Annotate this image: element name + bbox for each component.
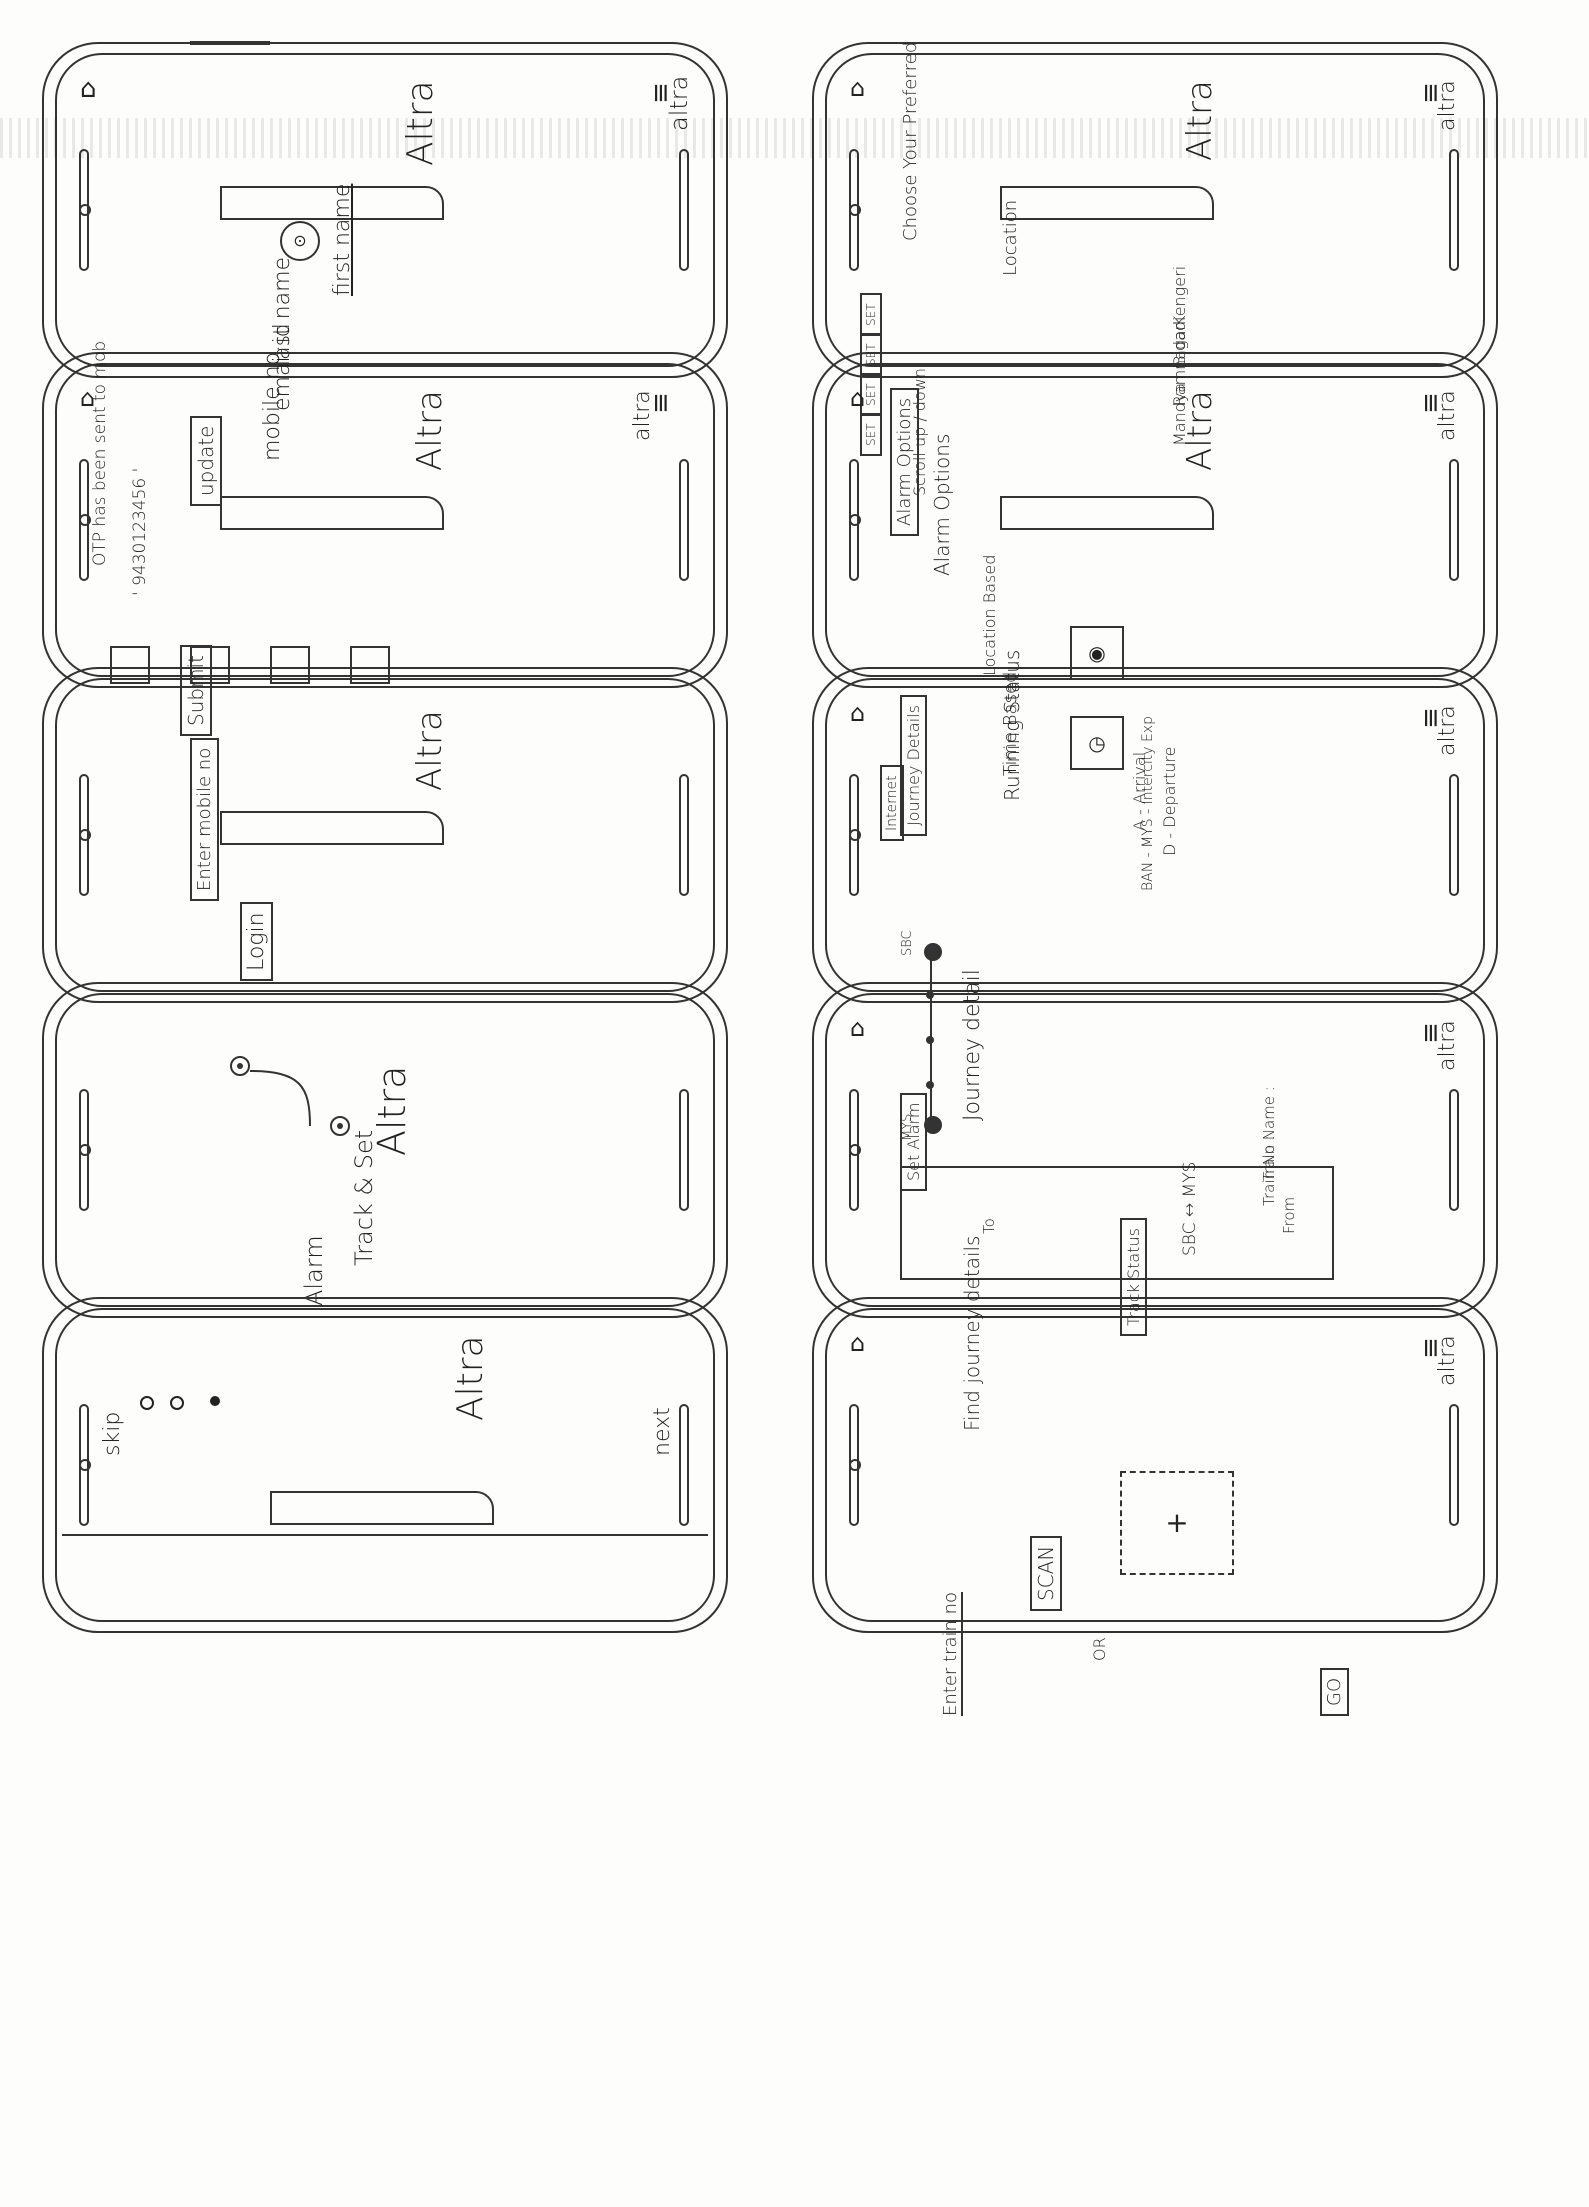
app-logo: altra: [1435, 390, 1460, 441]
page-title: Altra: [1180, 390, 1220, 471]
app-logo: altra: [1435, 1020, 1460, 1071]
set-button[interactable]: SET: [860, 293, 882, 336]
train-no-input[interactable]: Enter train no: [940, 1591, 963, 1716]
phone-journey-detail: ⌂ ≡ altra Journey detail Train Name : Tr…: [810, 969, 1500, 1336]
app-logo: altra: [630, 390, 655, 441]
page-title: Altra: [400, 80, 441, 166]
go-button[interactable]: GO: [1320, 1667, 1349, 1716]
scan-frame[interactable]: +: [1120, 1471, 1234, 1575]
find-journey-heading: Find journey details: [960, 1235, 984, 1431]
route-path-graphic: [230, 1056, 350, 1136]
app-logo: altra: [1435, 1335, 1460, 1386]
phone-login: Altra Enter mobile no Login: [40, 665, 730, 1005]
caption-line-1: Track & Set: [350, 1129, 378, 1266]
alarm-options-heading: Alarm Options: [930, 433, 954, 576]
station-marker: [924, 943, 942, 961]
first-name-field[interactable]: first name: [330, 184, 355, 296]
mobile-input[interactable]: Enter mobile no: [190, 737, 219, 901]
home-icon[interactable]: ⌂: [850, 1329, 865, 1357]
otp-message: OTP has been sent to mob: [90, 340, 110, 566]
train-graphic: [1000, 186, 1214, 220]
app-logo: altra: [1435, 705, 1460, 756]
from-label: From: [1280, 1196, 1298, 1234]
location-heading-1: Choose Your Preferred: [900, 41, 921, 241]
app-logo: altra: [1435, 80, 1460, 131]
phone-onboarding: Altra Track & Set Alarm skip next: [40, 980, 730, 1456]
train-route-label: BAN - MYS - Intercity Exp: [1140, 715, 1156, 891]
phone-running-status: ⌂ ≡ altra Running Status A - Arrival D -…: [810, 650, 1500, 1191]
otp-number: ' 9430123456 ': [130, 467, 150, 596]
camera-icon[interactable]: ⊙: [280, 221, 320, 261]
journey-detail-heading: Journey detail: [960, 969, 985, 1121]
home-icon[interactable]: ⌂: [80, 74, 97, 104]
page-title: Altra: [450, 1335, 491, 1421]
train-graphic: [1000, 496, 1214, 530]
to-label: To: [980, 1218, 998, 1234]
route-label: SBC ↔ MYS: [1180, 1161, 1200, 1256]
login-button[interactable]: Login: [240, 902, 273, 981]
phone-splash: Altra: [40, 1295, 730, 1635]
home-icon[interactable]: ⌂: [850, 1014, 865, 1042]
phone-find-journey: ⌂ ≡ altra Find journey details + SCAN OR…: [810, 1236, 1500, 1716]
train-graphic: [220, 811, 444, 845]
location-based-label: Location Based: [980, 554, 999, 676]
phone-otp: ⌂ ≡ altra Altra OTP has been sent to mob…: [40, 341, 730, 736]
phone-profile: ⌂ ≡ altra Altra ⊙ first name last name e…: [40, 40, 730, 506]
departure-legend: D - Departure: [1160, 746, 1179, 856]
train-graphic: [220, 496, 444, 530]
app-logo: altra: [665, 75, 693, 131]
train-no-field: Train No :: [1260, 1135, 1278, 1206]
or-separator: OR: [1090, 1637, 1109, 1661]
phone-location: ⌂ ≡ altra Altra Choose Your Preferred Lo…: [810, 40, 1500, 536]
page-title: Altra: [1180, 80, 1220, 161]
home-icon[interactable]: ⌂: [850, 699, 865, 727]
scan-button[interactable]: SCAN: [1030, 1535, 1062, 1611]
network-select[interactable]: Internet: [880, 765, 904, 841]
start-station-label: SBC: [900, 930, 915, 956]
location-heading-2: Location: [1000, 199, 1021, 276]
page-title: Altra: [410, 710, 450, 791]
phone-alarm-options: ⌂ ≡ altra Altra Alarm Options ◉ Location…: [810, 350, 1500, 836]
train-graphic: [270, 1491, 494, 1525]
running-status-heading: Running Status: [1000, 649, 1024, 801]
page-title: Altra: [410, 390, 450, 471]
home-icon[interactable]: ⌂: [850, 74, 865, 102]
home-icon[interactable]: ⌂: [850, 384, 865, 412]
